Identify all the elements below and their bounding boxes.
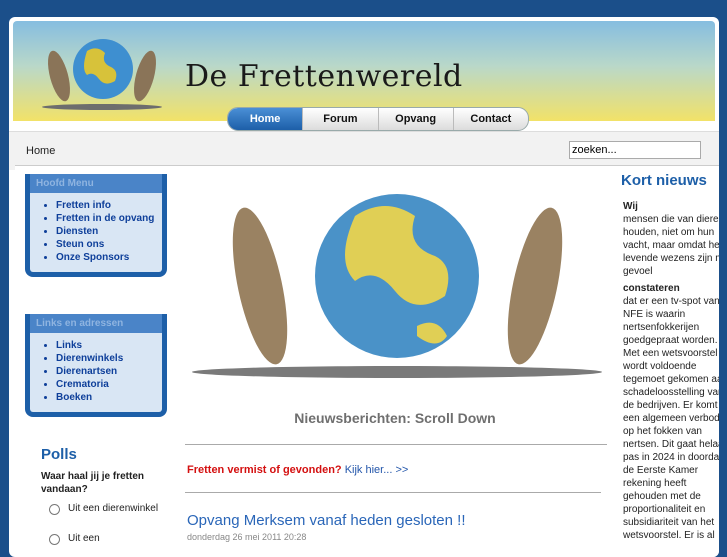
divider — [185, 444, 607, 445]
nav-opvang[interactable]: Opvang — [379, 108, 454, 130]
menu-item-fretten-info[interactable]: Fretten info — [56, 199, 162, 212]
poll-question: Waar haal jij je fretten vandaan? — [41, 471, 144, 495]
news-body: Wij mensen die van dieren houden, niet o… — [623, 200, 719, 542]
menu-item-diensten[interactable]: Diensten — [56, 225, 162, 238]
main-menu-title: Hoofd Menu — [30, 174, 162, 193]
search-input[interactable] — [569, 141, 701, 159]
main-menu: Hoofd Menu Fretten info Fretten in de op… — [25, 174, 167, 277]
breadcrumb[interactable]: Home — [26, 145, 55, 157]
links-menu-title: Links en adressen — [30, 314, 162, 333]
article-title[interactable]: Opvang Merksem vanaf heden gesloten !! — [187, 512, 466, 529]
news-heading: constateren — [623, 283, 680, 294]
site-header: De Frettenwereld — [13, 21, 715, 121]
nav-forum[interactable]: Forum — [303, 108, 379, 130]
poll-option[interactable]: Uit een — [41, 532, 171, 545]
news-heading: Wij — [623, 201, 638, 212]
poll-option-label: Uit een dierenwinkel — [68, 503, 159, 514]
divider — [185, 492, 601, 493]
menu-item-steun-ons[interactable]: Steun ons — [56, 238, 162, 251]
site-title: De Frettenwereld — [185, 59, 463, 94]
article-date: donderdag 26 mei 2011 20:28 — [187, 532, 307, 542]
menu-item-fretten-opvang[interactable]: Fretten in de opvang — [56, 212, 162, 225]
menu-item-dierenartsen[interactable]: Dierenartsen — [56, 365, 162, 378]
menu-item-boeken[interactable]: Boeken — [56, 391, 162, 404]
poll-option[interactable]: Uit een dierenwinkel — [41, 502, 171, 515]
menu-item-sponsors[interactable]: Onze Sponsors — [56, 251, 162, 264]
menu-item-links[interactable]: Links — [56, 339, 162, 352]
menu-item-dierenwinkels[interactable]: Dierenwinkels — [56, 352, 162, 365]
missing-link[interactable]: Kijk hier... >> — [345, 464, 409, 476]
nav-home[interactable]: Home — [228, 108, 304, 130]
news-paragraph: mensen die van dieren houden, niet om hu… — [623, 214, 719, 277]
ferret-globe-illustration — [192, 194, 602, 378]
radio-button[interactable] — [49, 504, 60, 515]
links-menu: Links en adressen Links Dierenwinkels Di… — [25, 314, 167, 417]
news-paragraph: dat er een tv-spot van NFE is waarin ner… — [623, 296, 719, 541]
main-nav: Home Forum Opvang Contact — [227, 107, 529, 131]
page-frame: De Frettenwereld Home Home Forum Opvang … — [9, 17, 719, 557]
scroll-down-text: Nieuwsberichten: Scroll Down — [294, 410, 496, 426]
menu-item-crematoria[interactable]: Crematoria — [56, 378, 162, 391]
news-title: Kort nieuws — [621, 172, 707, 189]
ferret-globe-logo — [42, 39, 162, 110]
radio-button[interactable] — [49, 534, 60, 545]
missing-label: Fretten vermist of gevonden? — [187, 464, 342, 476]
missing-ferrets-notice: Fretten vermist of gevonden? Kijk hier..… — [187, 464, 408, 476]
poll-option-label: Uit een — [68, 533, 100, 544]
nav-contact[interactable]: Contact — [454, 108, 528, 130]
content-area: Hoofd Menu Fretten info Fretten in de op… — [15, 165, 719, 557]
polls-title: Polls — [41, 446, 77, 463]
